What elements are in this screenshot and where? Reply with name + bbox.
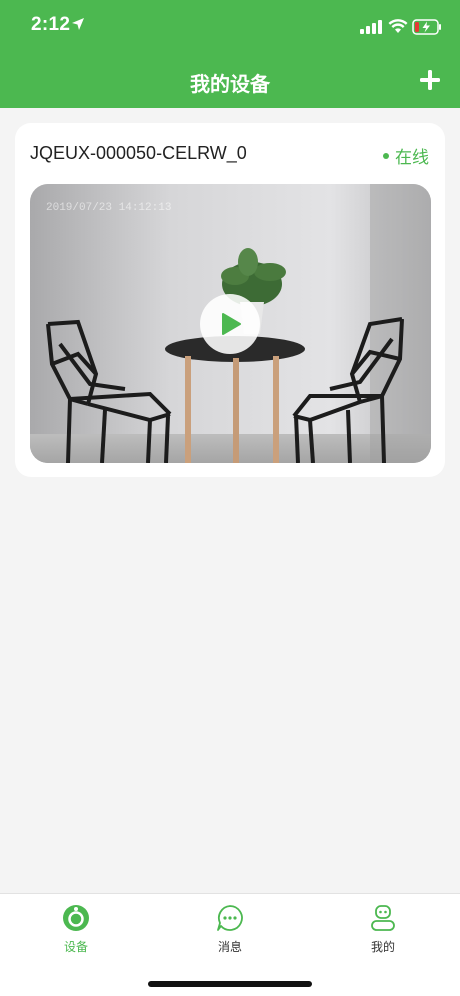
wifi-icon	[388, 19, 408, 33]
device-status-label: 在线	[395, 148, 429, 168]
tab-messages-label: 消息	[217, 940, 242, 954]
status-bar: 2:12	[0, 0, 460, 56]
profile-icon	[371, 905, 395, 931]
play-button[interactable]	[200, 294, 260, 354]
device-name: JQEUX-000050-CELRW_0	[30, 143, 247, 163]
tab-profile[interactable]: 我的	[343, 904, 423, 955]
online-dot-icon	[383, 152, 389, 159]
location-arrow-icon	[72, 18, 84, 30]
status-time: 2:12	[31, 14, 71, 35]
tab-messages[interactable]: 消息	[190, 904, 270, 955]
device-icon	[63, 905, 89, 931]
video-preview[interactable]: 2019/07/23 14:12:13	[30, 184, 431, 463]
play-icon	[222, 313, 241, 335]
header: 2:12 我的设备	[0, 0, 460, 108]
device-status: 在线	[383, 143, 429, 168]
battery-charging-icon	[412, 19, 441, 35]
tab-devices-label: 设备	[63, 940, 88, 954]
tab-bar: 设备 消息 我的	[0, 893, 460, 996]
video-timestamp: 2019/07/23 14:12:13	[46, 202, 172, 214]
add-device-button[interactable]	[416, 66, 444, 94]
tab-devices[interactable]: 设备	[36, 904, 116, 955]
home-indicator[interactable]	[148, 981, 312, 987]
cellular-signal-icon	[360, 20, 382, 34]
tab-profile-label: 我的	[370, 940, 395, 954]
message-icon	[217, 905, 243, 931]
page-title: 我的设备	[190, 72, 270, 96]
device-card[interactable]: JQEUX-000050-CELRW_0 在线 2019/07/23 14:12…	[15, 123, 445, 477]
